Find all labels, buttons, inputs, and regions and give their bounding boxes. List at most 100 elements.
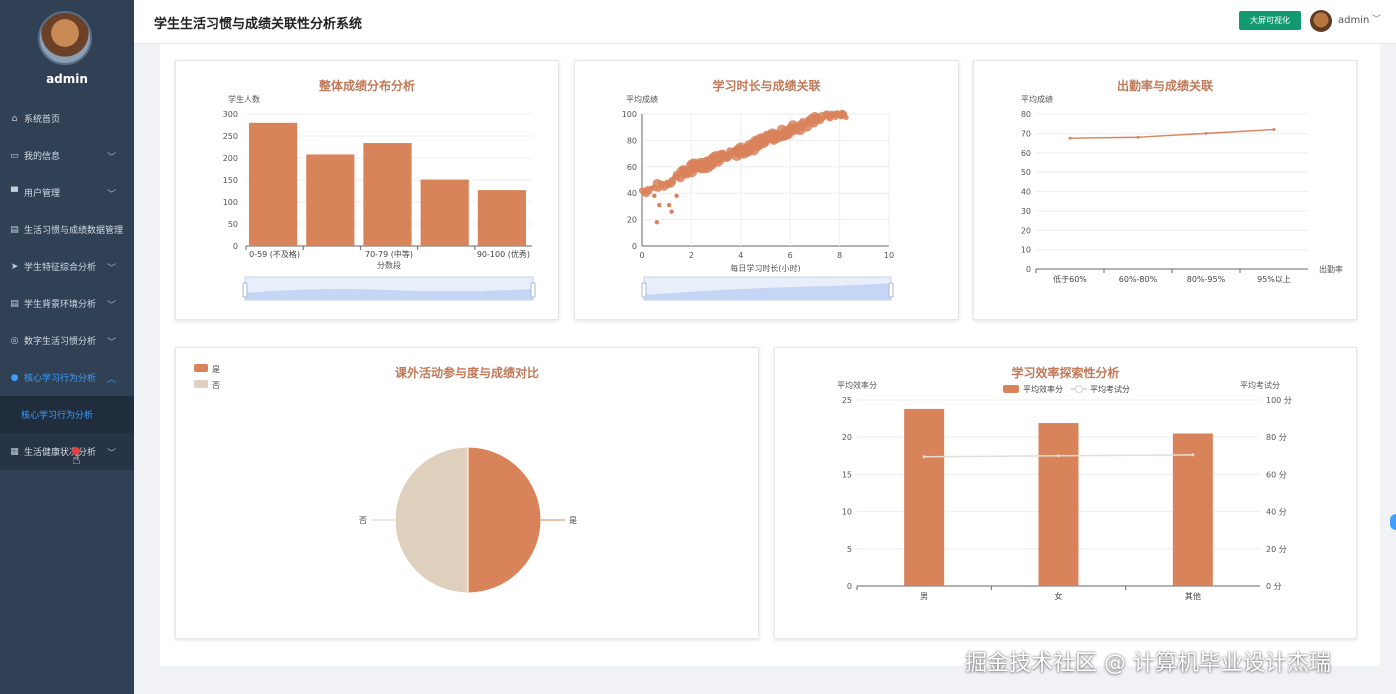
- chart-card-extracurricular: 课外活动参与度与成绩对比 是否是否: [175, 347, 759, 639]
- scatter-point: [669, 209, 674, 214]
- chart-card-attendance: 出勤率与成绩关联 0 10 20 30 40 50 60 70 80 平均成绩 出勤率 低于60% 60…: [973, 60, 1357, 320]
- scatter-point: [674, 193, 679, 199]
- y-tick-label: 0: [1026, 265, 1031, 274]
- x-tick-label: 80%-95%: [1187, 275, 1226, 284]
- bar: [363, 143, 412, 246]
- x-tick-label: 90-100 (优秀): [477, 249, 530, 259]
- chevron-down-icon: ﹀: [106, 153, 116, 163]
- y-tick-label: 70: [1021, 129, 1031, 138]
- globe-icon: ◎: [10, 335, 19, 346]
- chevron-down-icon: ﹀: [106, 449, 116, 459]
- pie-label: 是: [569, 516, 577, 525]
- chevron-down-icon: ﹀: [106, 301, 116, 311]
- y-axis-label: 平均成绩: [626, 94, 658, 104]
- x-tick-label: 4: [738, 251, 743, 260]
- sidebar-username: admin: [46, 72, 88, 86]
- grid-icon: ▦: [10, 446, 19, 457]
- score-distribution-chart: 0 50 100 150 200 250 300 学生人数 0-59 (不及格) 70-79 (中…: [223, 94, 536, 301]
- scatter-point: [652, 193, 657, 199]
- sidebar-item-label: 核心学习行为分析: [24, 374, 97, 384]
- send-icon: ➤: [10, 261, 19, 272]
- y-tick-label: 5: [847, 545, 852, 554]
- sidebar-subitem-core-learning[interactable]: 核心学习行为分析: [0, 396, 134, 433]
- watermark: 掘金技术社区 @ 计算机毕业设计杰瑞: [965, 651, 1331, 676]
- user-avatar[interactable]: [38, 11, 92, 65]
- y2-tick-label: 0 分: [1266, 582, 1282, 591]
- home-icon: ⌂: [11, 113, 18, 124]
- data-zoom-handle: [530, 282, 536, 298]
- y-tick-label: 200: [223, 154, 238, 163]
- x-tick-label: 其他: [1185, 591, 1201, 601]
- sidebar-item-digital-habits[interactable]: ◎ 数字生活习惯分析 ﹀: [0, 322, 134, 359]
- x-tick-label: 70-79 (中等): [365, 249, 413, 259]
- line-point: [1191, 453, 1195, 457]
- y-tick-label: 50: [1021, 168, 1031, 177]
- header-username[interactable]: admin: [1338, 15, 1369, 26]
- legend-label: 是: [212, 365, 220, 374]
- sidebar-item-user-management[interactable]: ▀ 用户管理 ﹀: [0, 174, 134, 211]
- scatter-point: [843, 115, 849, 121]
- bar: [306, 154, 355, 246]
- legend-label: 否: [212, 381, 220, 390]
- sidebar-item-home[interactable]: ⌂ 系统首页: [0, 100, 134, 137]
- chevron-down-icon: ﹀: [106, 264, 116, 274]
- bar: [249, 122, 298, 246]
- y-tick-label: 30: [1021, 207, 1031, 216]
- legend-swatch: [1075, 385, 1083, 393]
- chevron-down-icon: ﹀: [106, 190, 116, 200]
- x-tick-label: 低于60%: [1053, 274, 1087, 284]
- y-tick-label: 20: [1021, 226, 1031, 235]
- sidebar-item-background[interactable]: ▤ 学生背景环境分析 ﹀: [0, 285, 134, 322]
- sidebar-item-label: 学生背景环境分析: [24, 300, 97, 310]
- avatar[interactable]: [1310, 10, 1332, 32]
- x-axis-label: 出勤率: [1319, 264, 1343, 274]
- bar: [904, 408, 945, 586]
- y-tick-label: 150: [223, 176, 238, 185]
- sidebar-item-data-management[interactable]: ▤ 生活习惯与成绩数据管理: [0, 211, 134, 248]
- x-axis-label: 分数段: [377, 260, 401, 270]
- y-tick-label: 40: [1021, 188, 1031, 197]
- y-tick-label: 80: [1021, 110, 1031, 119]
- chevron-down-icon[interactable]: ﹀: [1372, 12, 1381, 25]
- sidebar: admin ⌂ 系统首页 ▭ 我的信息 ﹀ ▀ 用户管理 ﹀ ▤ 生活习惯与成绩…: [0, 0, 134, 694]
- sidebar-item-label: 数字生活习惯分析: [24, 337, 97, 347]
- sidebar-item-health[interactable]: ▦ 生活健康状况分析 ﹀: [0, 433, 134, 470]
- data-zoom-handle: [888, 282, 894, 298]
- y-tick-label: 250: [223, 132, 238, 141]
- sidebar-item-student-features[interactable]: ➤ 学生特征综合分析 ﹀: [0, 248, 134, 285]
- floating-help-button[interactable]: [1390, 514, 1396, 530]
- y-tick-label: 60: [627, 163, 637, 172]
- pie-slice: [394, 446, 469, 594]
- x-tick-label: 10: [884, 251, 894, 260]
- top-bar: 学生生活习惯与成绩关联性分析系统 大屏可视化 admin ﹀: [134, 0, 1396, 44]
- y-tick-label: 0: [632, 242, 637, 251]
- legend-swatch: [194, 380, 208, 388]
- line-point: [922, 455, 926, 459]
- chart-card-efficiency: 学习效率探索性分析 00 分 5 20 分 10 40 分 15 60 分 20 80 分 25 1…: [774, 347, 1357, 639]
- extracurricular-chart: 是否是否: [194, 364, 577, 594]
- pointer-cursor-icon: ☝: [72, 452, 81, 468]
- big-screen-button[interactable]: 大屏可视化: [1239, 11, 1301, 30]
- y-tick-label: 100: [622, 110, 637, 119]
- y2-tick-label: 20 分: [1266, 545, 1287, 554]
- clipboard-icon: ▤: [10, 224, 19, 235]
- bar: [477, 190, 526, 246]
- location-icon: ●: [10, 372, 19, 383]
- calendar-icon: ▭: [10, 150, 19, 161]
- y-tick-label: 50: [228, 220, 238, 229]
- scatter-point: [654, 220, 660, 225]
- sidebar-item-core-learning[interactable]: ● 核心学习行为分析 ︿: [0, 359, 134, 396]
- sidebar-item-label: 生活习惯与成绩数据管理: [24, 226, 124, 236]
- y-tick-label: 0: [233, 242, 238, 251]
- sidebar-item-my-info[interactable]: ▭ 我的信息 ﹀: [0, 137, 134, 174]
- sidebar-item-label: 核心学习行为分析: [21, 411, 94, 421]
- x-tick-label: 2: [689, 251, 694, 260]
- efficiency-chart: 0 0 分 5 20 分 10 40 分 15 60 分 20 80 分 25 100 分 平均效率分 平…: [837, 380, 1292, 601]
- attendance-chart: 0 10 20 30 40 50 60 70 80 平均成绩出勤率低于60% 60%-80% 80%-…: [1021, 94, 1343, 284]
- legend-swatch: [194, 364, 208, 372]
- legend-label: 平均考试分: [1090, 384, 1130, 394]
- page-title: 学生生活习惯与成绩关联性分析系统: [154, 17, 363, 32]
- sidebar-item-label: 系统首页: [24, 115, 61, 125]
- line-point: [1136, 135, 1140, 139]
- line-point: [1272, 128, 1276, 131]
